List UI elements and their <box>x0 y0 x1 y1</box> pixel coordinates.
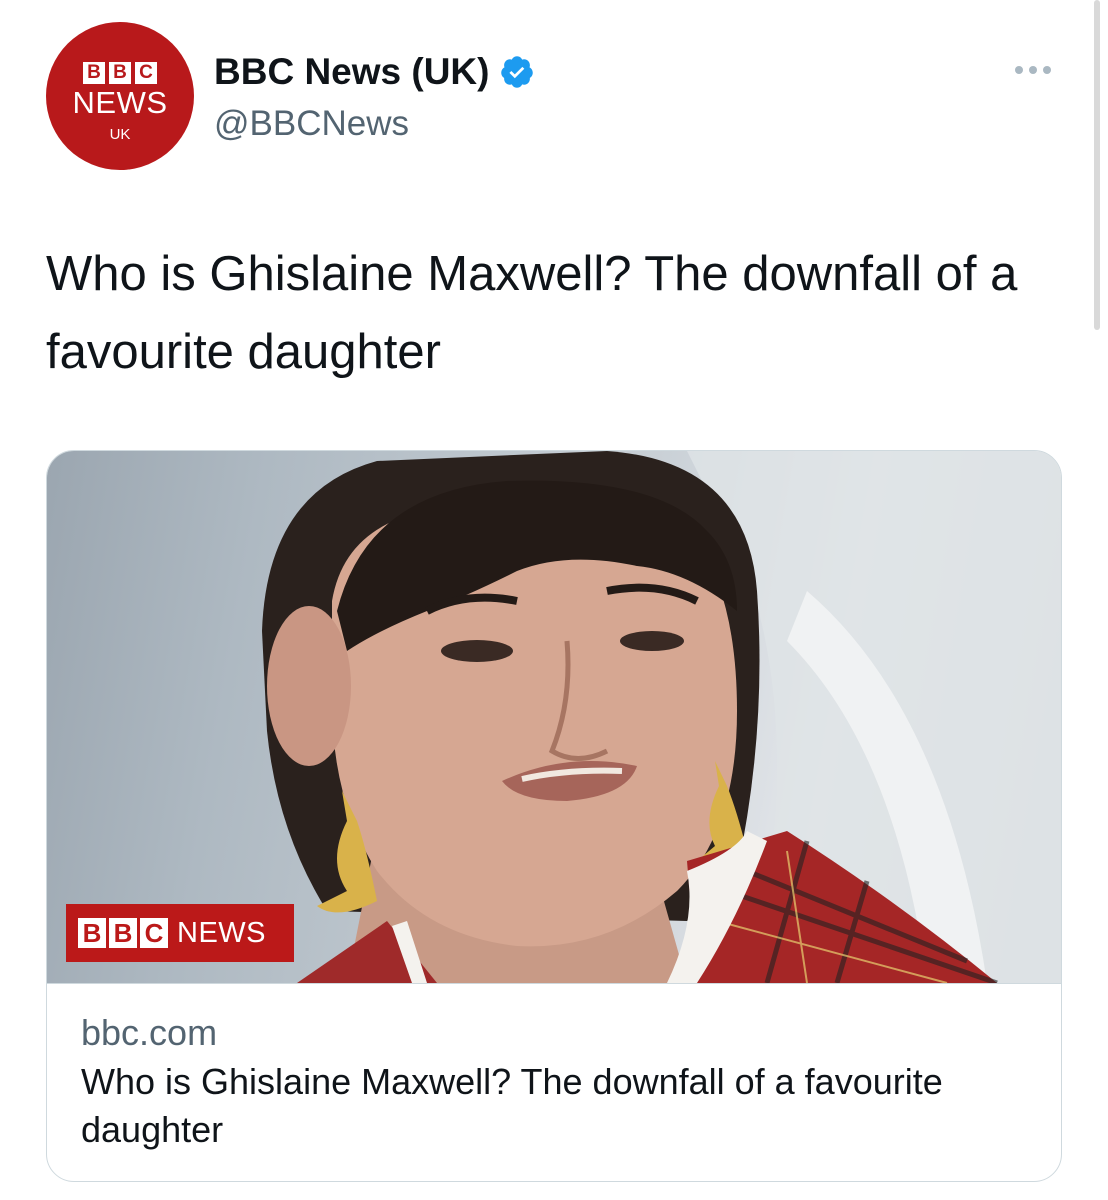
link-card[interactable]: B B C NEWS bbc.com Who is Ghislaine Maxw… <box>46 450 1062 1182</box>
avatar-region-text: UK <box>109 125 131 143</box>
author-display-name[interactable]: BBC News (UK) <box>214 50 535 94</box>
logo-block: B <box>78 918 106 948</box>
avatar-block: B <box>83 61 105 84</box>
more-dot <box>1043 66 1051 74</box>
avatar-block: B <box>109 61 131 84</box>
author-handle[interactable]: @BBCNews <box>214 102 409 146</box>
display-name-text[interactable]: BBC News (UK) <box>214 50 489 94</box>
tweet: B B C NEWS UK BBC News (UK) @BBCNews Who… <box>0 0 1108 1200</box>
logo-block: B <box>109 918 137 948</box>
avatar-bbc-blocks: B B C <box>83 61 157 84</box>
more-dot <box>1015 66 1023 74</box>
verified-badge-icon <box>501 56 534 88</box>
author-avatar[interactable]: B B C NEWS UK <box>46 22 194 170</box>
logo-block: C <box>140 918 168 948</box>
scrollbar[interactable] <box>1094 0 1100 330</box>
logo-news-text: NEWS <box>177 916 266 949</box>
card-image[interactable]: B B C NEWS <box>47 451 1061 983</box>
more-horizontal-icon[interactable] <box>1015 60 1061 80</box>
avatar-news-text: NEWS <box>72 84 168 120</box>
card-body[interactable]: bbc.com Who is Ghislaine Maxwell? The do… <box>47 983 1061 1181</box>
bbc-news-logo: B B C NEWS <box>66 904 294 962</box>
card-title: Who is Ghislaine Maxwell? The downfall o… <box>81 1061 943 1150</box>
more-dot <box>1029 66 1037 74</box>
tweet-text: Who is Ghislaine Maxwell? The downfall o… <box>46 247 1018 379</box>
avatar-block: C <box>135 61 157 84</box>
card-domain: bbc.com <box>81 1012 218 1053</box>
